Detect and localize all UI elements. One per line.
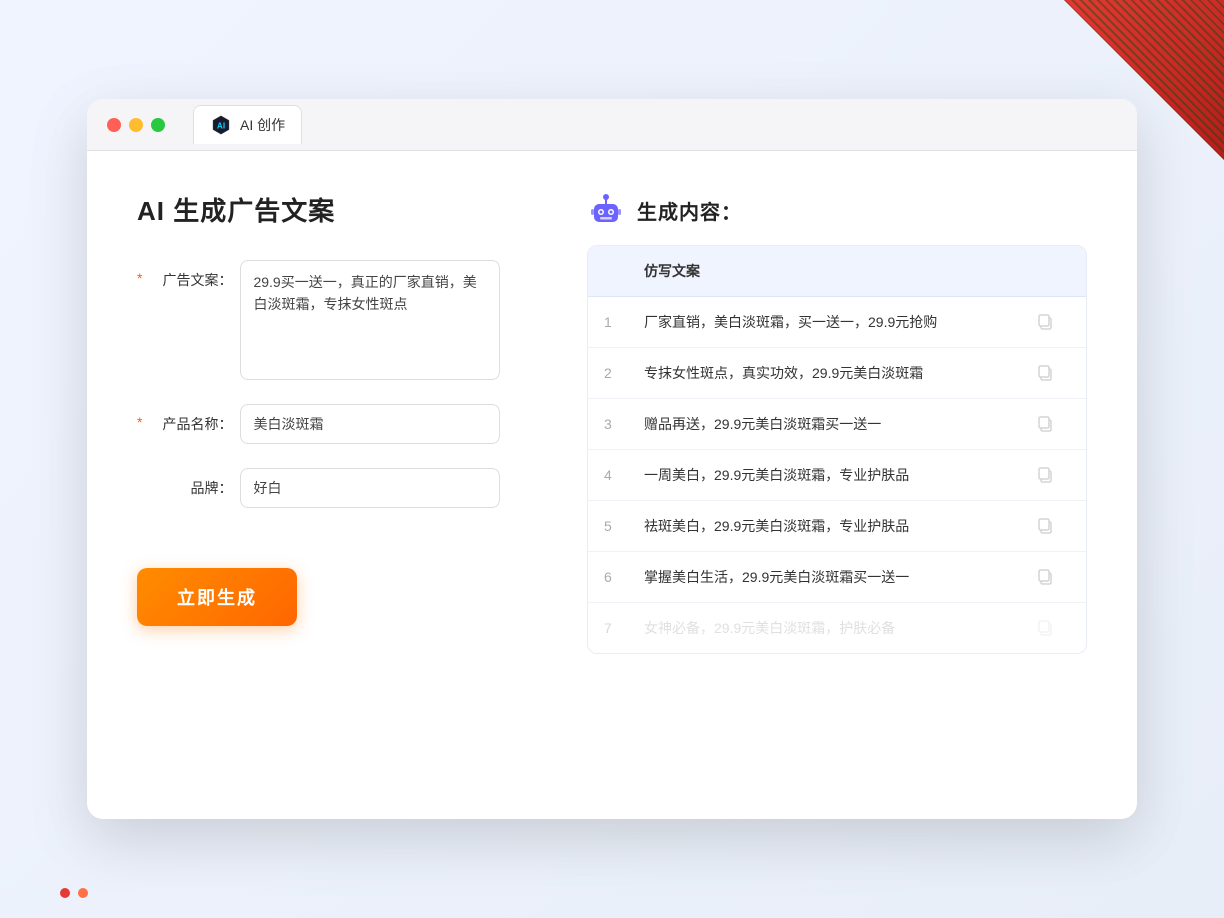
- tab-ai-creation[interactable]: AI AI 创作: [193, 105, 302, 144]
- svg-text:AI: AI: [217, 122, 225, 131]
- ad-copy-textarea[interactable]: 29.9买一送一，真正的厂家直销，美白淡斑霜，专抹女性斑点: [240, 260, 500, 380]
- table-row: 1 厂家直销，美白淡斑霜，买一送一，29.9元抢购: [588, 297, 1086, 348]
- dot-red-1: [60, 888, 70, 898]
- window-controls: [107, 118, 165, 132]
- row-text-3: 赠品再送，29.9元美白淡斑霜买一送一: [644, 414, 1034, 435]
- table-row: 6 掌握美白生活，29.9元美白淡斑霜买一送一: [588, 552, 1086, 603]
- row-num-5: 5: [604, 518, 644, 534]
- row-text-4: 一周美白，29.9元美白淡斑霜，专业护肤品: [644, 465, 1034, 486]
- table-row-muted: 7 女神必备，29.9元美白淡斑霜，护肤必备: [588, 603, 1086, 653]
- row-text-5: 祛斑美白，29.9元美白淡斑霜，专业护肤品: [644, 516, 1034, 537]
- copy-button-7[interactable]: [1034, 617, 1056, 639]
- dot-orange-1: [78, 888, 88, 898]
- product-name-label: 产品名称：: [152, 404, 232, 434]
- row-num-6: 6: [604, 569, 644, 585]
- titlebar: AI AI 创作: [87, 99, 1137, 151]
- product-required: *: [137, 404, 142, 430]
- brand-input[interactable]: [240, 468, 500, 508]
- ai-tab-icon: AI: [210, 114, 232, 136]
- table-row: 4 一周美白，29.9元美白淡斑霜，专业护肤品: [588, 450, 1086, 501]
- right-panel: 生成内容： 仿写文案 1 厂家直销，美白淡斑霜，买一送一，29.9元抢购: [587, 191, 1087, 779]
- result-header: 生成内容：: [587, 191, 1087, 229]
- close-button[interactable]: [107, 118, 121, 132]
- ad-copy-label: 广告文案：: [152, 260, 232, 290]
- ad-copy-required: *: [137, 260, 142, 286]
- browser-window: AI AI 创作 AI 生成广告文案 * 广告文案： 29.9买一送一，真正的厂…: [87, 99, 1137, 819]
- brand-label: 品牌：: [152, 468, 232, 498]
- row-text-6: 掌握美白生活，29.9元美白淡斑霜买一送一: [644, 567, 1034, 588]
- bg-decoration-bottom-left: [60, 888, 88, 898]
- copy-button-3[interactable]: [1034, 413, 1056, 435]
- copy-button-4[interactable]: [1034, 464, 1056, 486]
- generate-button[interactable]: 立即生成: [137, 568, 297, 626]
- page-title: AI 生成广告文案: [137, 191, 537, 228]
- row-num-3: 3: [604, 416, 644, 432]
- table-row: 2 专抹女性斑点，真实功效，29.9元美白淡斑霜: [588, 348, 1086, 399]
- product-name-group: * 产品名称：: [137, 404, 537, 444]
- row-num-2: 2: [604, 365, 644, 381]
- copy-button-2[interactable]: [1034, 362, 1056, 384]
- row-text-1: 厂家直销，美白淡斑霜，买一送一，29.9元抢购: [644, 312, 1034, 333]
- table-row: 5 祛斑美白，29.9元美白淡斑霜，专业护肤品: [588, 501, 1086, 552]
- table-header-label: 仿写文案: [644, 261, 1034, 281]
- row-num-4: 4: [604, 467, 644, 483]
- copy-button-5[interactable]: [1034, 515, 1056, 537]
- table-header-row: 仿写文案: [588, 246, 1086, 297]
- brand-group: * 品牌：: [137, 468, 537, 508]
- result-title: 生成内容：: [637, 196, 742, 225]
- copy-button-1[interactable]: [1034, 311, 1056, 333]
- copy-button-6[interactable]: [1034, 566, 1056, 588]
- tab-label: AI 创作: [240, 115, 285, 135]
- row-text-2: 专抹女性斑点，真实功效，29.9元美白淡斑霜: [644, 363, 1034, 384]
- content-area: AI 生成广告文案 * 广告文案： 29.9买一送一，真正的厂家直销，美白淡斑霜…: [87, 151, 1137, 819]
- product-name-input[interactable]: [240, 404, 500, 444]
- left-panel: AI 生成广告文案 * 广告文案： 29.9买一送一，真正的厂家直销，美白淡斑霜…: [137, 191, 537, 779]
- ad-copy-group: * 广告文案： 29.9买一送一，真正的厂家直销，美白淡斑霜，专抹女性斑点: [137, 260, 537, 380]
- header-copy-col: [1034, 260, 1056, 282]
- row-num-1: 1: [604, 314, 644, 330]
- row-text-7: 女神必备，29.9元美白淡斑霜，护肤必备: [644, 618, 1034, 639]
- row-num-7: 7: [604, 620, 644, 636]
- robot-icon: [587, 191, 625, 229]
- maximize-button[interactable]: [151, 118, 165, 132]
- minimize-button[interactable]: [129, 118, 143, 132]
- table-row: 3 赠品再送，29.9元美白淡斑霜买一送一: [588, 399, 1086, 450]
- result-table: 仿写文案 1 厂家直销，美白淡斑霜，买一送一，29.9元抢购 2 专抹女性斑点，…: [587, 245, 1087, 654]
